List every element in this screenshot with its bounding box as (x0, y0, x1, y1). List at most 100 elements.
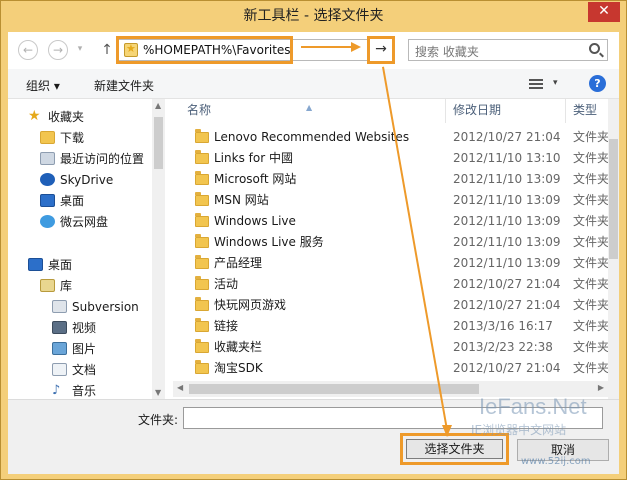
documents-icon (52, 363, 67, 376)
file-date: 2012/11/10 13:09 (453, 193, 561, 207)
address-highlight-box (116, 36, 293, 64)
file-type: 文件夹 (573, 256, 608, 270)
file-row[interactable]: Microsoft 网站 2012/11/10 13:09 文件夹 (173, 169, 608, 190)
annotation-arrowhead-icon (351, 42, 361, 52)
navigation-pane: ★ 收藏夹 下载 最近访问的位置 SkyDrive 桌面 微云网盘 桌面 库 S… (8, 99, 165, 399)
file-type: 文件夹 (573, 235, 608, 249)
file-name: 产品经理 (214, 256, 263, 270)
folder-field-label: 文件夹: (138, 413, 179, 427)
file-name: 快玩网页游戏 (214, 298, 287, 312)
scroll-right-icon[interactable]: ▶ (598, 383, 604, 392)
dialog-window: 新工具栏 - 选择文件夹 ✕ ← → ▾ ↑ %HOMEPATH%\Favori… (0, 0, 627, 480)
file-name: 淘宝SDK (214, 361, 263, 375)
folder-icon (195, 318, 209, 332)
window-title: 新工具栏 - 选择文件夹 (243, 8, 384, 24)
file-date: 2012/11/10 13:09 (453, 235, 561, 249)
file-list: 名称 ▲ 修改日期 类型 Lenovo Recommended Websites… (173, 99, 608, 399)
file-type: 文件夹 (573, 298, 608, 312)
search-input[interactable]: 搜索 收藏夹 (408, 39, 608, 61)
folder-icon (195, 129, 209, 143)
column-header-modified[interactable]: 修改日期 (446, 99, 566, 123)
file-date: 2013/2/23 22:38 (453, 340, 553, 354)
watermark-logo: IeFans.Net (479, 394, 587, 419)
annotation-arrowhead-down-icon (442, 425, 452, 437)
file-row[interactable]: 收藏夹栏 2013/2/23 22:38 文件夹 (173, 337, 608, 358)
view-options-icon[interactable] (529, 79, 543, 89)
close-button[interactable]: ✕ (588, 2, 620, 22)
file-date: 2012/10/27 21:04 (453, 361, 561, 375)
folder-icon (195, 213, 209, 227)
file-type: 文件夹 (573, 193, 608, 207)
horizontal-scroll-thumb[interactable] (189, 384, 479, 394)
file-type: 文件夹 (573, 214, 608, 228)
scroll-left-icon[interactable]: ◀ (177, 383, 183, 392)
select-folder-button[interactable]: 选择文件夹 (406, 439, 503, 459)
up-button[interactable]: ↑ (100, 40, 114, 60)
file-row[interactable]: 淘宝SDK 2012/10/27 21:04 文件夹 (173, 358, 608, 379)
folder-icon (195, 150, 209, 164)
file-row[interactable]: MSN 网站 2012/11/10 13:09 文件夹 (173, 190, 608, 211)
file-name: Windows Live (214, 214, 296, 228)
file-row[interactable]: Windows Live 服务 2012/11/10 13:09 文件夹 (173, 232, 608, 253)
file-row[interactable]: 活动 2012/10/27 21:04 文件夹 (173, 274, 608, 295)
music-icon: ♪ (52, 383, 61, 398)
forward-button[interactable]: → (48, 40, 68, 60)
file-date: 2012/10/27 21:04 (453, 130, 561, 144)
skydrive-icon (40, 173, 55, 186)
folder-icon (195, 192, 209, 206)
file-date: 2012/10/27 21:04 (453, 277, 561, 291)
file-date: 2012/11/10 13:10 (453, 151, 561, 165)
file-type: 文件夹 (573, 151, 608, 165)
search-icon[interactable] (589, 43, 600, 54)
navigation-scrollbar[interactable]: ▲ ▼ (152, 99, 165, 399)
file-name: Microsoft 网站 (214, 172, 297, 186)
file-row[interactable]: Links for 中國 2012/11/10 13:10 文件夹 (173, 148, 608, 169)
help-icon[interactable]: ? (589, 75, 606, 92)
organize-menu[interactable]: 组织 ▾ (26, 77, 60, 94)
new-folder-button[interactable]: 新建文件夹 (94, 77, 154, 94)
back-button[interactable]: ← (18, 40, 38, 60)
cloud-drive-icon (40, 215, 55, 228)
column-header-type[interactable]: 类型 (566, 99, 608, 123)
folder-icon (195, 171, 209, 185)
file-row[interactable]: Lenovo Recommended Websites 2012/10/27 21… (173, 127, 608, 148)
file-list-scroll-thumb[interactable] (609, 139, 618, 259)
star-icon: ★ (28, 108, 41, 124)
file-date: 2012/10/27 21:04 (453, 298, 561, 312)
folder-icon (195, 339, 209, 353)
file-date: 2012/11/10 13:09 (453, 172, 561, 186)
library-folder-icon (52, 300, 67, 313)
folder-icon (195, 276, 209, 290)
file-name: Links for 中國 (214, 151, 293, 165)
pictures-icon (52, 342, 67, 355)
column-header-name[interactable]: 名称 ▲ (173, 99, 446, 123)
scroll-up-icon[interactable]: ▲ (155, 101, 161, 110)
file-row[interactable]: 链接 2013/3/16 16:17 文件夹 (173, 316, 608, 337)
file-type: 文件夹 (573, 361, 608, 375)
file-name: 链接 (214, 319, 239, 333)
desktop-icon (40, 194, 55, 207)
file-list-scrollbar[interactable] (608, 99, 619, 399)
command-toolbar: 组织 ▾ 新建文件夹 ▾ ? (8, 69, 619, 99)
file-name: MSN 网站 (214, 193, 269, 207)
search-placeholder: 搜索 收藏夹 (415, 45, 479, 59)
view-dropdown-icon[interactable]: ▾ (553, 78, 558, 88)
navigation-scroll-thumb[interactable] (154, 117, 163, 169)
desktop-icon (28, 258, 43, 271)
file-row[interactable]: 产品经理 2012/11/10 13:09 文件夹 (173, 253, 608, 274)
file-date: 2013/3/16 16:17 (453, 319, 553, 333)
scroll-down-icon[interactable]: ▼ (155, 388, 161, 397)
file-date: 2012/11/10 13:09 (453, 256, 561, 270)
file-row[interactable]: Windows Live 2012/11/10 13:09 文件夹 (173, 211, 608, 232)
recent-dropdown[interactable]: ▾ (74, 40, 86, 60)
file-row[interactable]: 快玩网页游戏 2012/10/27 21:04 文件夹 (173, 295, 608, 316)
address-row: ← → ▾ ↑ %HOMEPATH%\Favorites ▾ → 搜索 收藏夹 (8, 32, 619, 69)
file-name: Windows Live 服务 (214, 235, 324, 249)
file-name: 收藏夹栏 (214, 340, 263, 354)
file-name: Lenovo Recommended Websites (214, 130, 410, 144)
sort-ascending-icon: ▲ (306, 103, 313, 112)
recent-places-icon (40, 152, 55, 165)
video-icon (52, 321, 67, 334)
library-icon (40, 279, 55, 292)
go-button[interactable]: → (367, 36, 395, 64)
